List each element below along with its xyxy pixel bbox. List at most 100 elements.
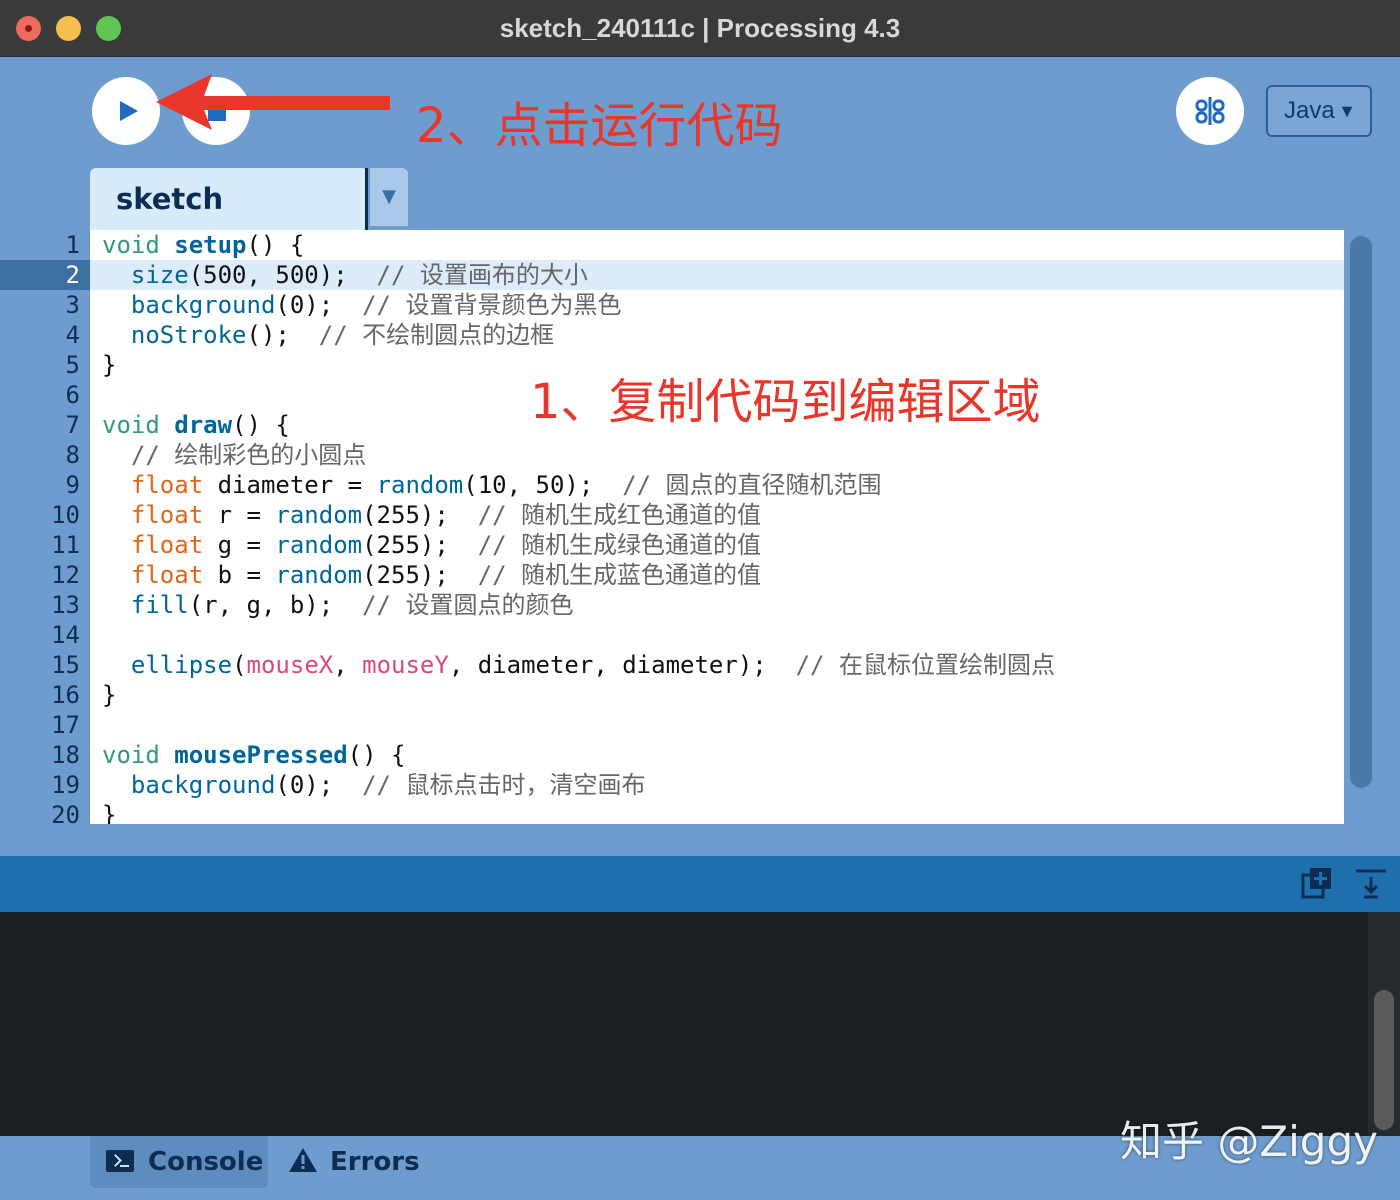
code-token: (10, 50);	[463, 471, 623, 499]
code-line[interactable]: 11 float g = random(255); // 随机生成绿色通道的值	[0, 530, 1400, 560]
code-token: // 鼠标点击时，清空画布	[362, 771, 646, 799]
console-tab-label[interactable]: Console	[148, 1136, 263, 1188]
code-line[interactable]: 17	[0, 710, 1400, 740]
butterfly-icon	[1195, 97, 1225, 125]
code-token: (255);	[362, 501, 478, 529]
play-icon	[120, 101, 138, 121]
code-token: mousePressed	[174, 741, 348, 769]
code-token: random	[376, 471, 464, 499]
code-line[interactable]: 18 void mousePressed() {	[0, 740, 1400, 770]
line-number: 2	[65, 261, 80, 289]
code-token: float	[130, 531, 204, 559]
line-number: 6	[65, 381, 80, 409]
console-header	[0, 856, 1400, 912]
code-token: random	[275, 531, 363, 559]
chevron-down-icon: ▼	[382, 186, 396, 207]
code-text: // 绘制彩色的小圆点	[102, 440, 366, 470]
mode-selector[interactable]: Java ▼	[1266, 85, 1372, 137]
line-number: 20	[51, 801, 80, 824]
console-output[interactable]	[0, 912, 1400, 1136]
code-text: background(0); // 鼠标点击时，清空画布	[102, 770, 646, 800]
code-token: b =	[203, 561, 276, 589]
code-token: float	[130, 471, 204, 499]
tab-divider	[365, 168, 368, 230]
code-line[interactable]: 4 noStroke(); // 不绘制圆点的边框	[0, 320, 1400, 350]
code-line[interactable]: 10 float r = random(255); // 随机生成红色通道的值	[0, 500, 1400, 530]
line-number: 7	[65, 411, 80, 439]
code-token: background	[130, 291, 276, 319]
line-number: 13	[51, 591, 80, 619]
code-text: size(500, 500); // 设置画布的大小	[102, 260, 588, 290]
line-number: 1	[65, 231, 80, 259]
line-number: 4	[65, 321, 80, 349]
code-line[interactable]: 14	[0, 620, 1400, 650]
code-token: (0);	[275, 291, 363, 319]
sketch-tab[interactable]: sketch 240111c	[90, 168, 368, 278]
code-token: // 随机生成红色通道的值	[477, 501, 762, 529]
line-number: 14	[51, 621, 80, 649]
code-text: void setup() {	[102, 230, 304, 260]
code-text: }	[102, 680, 116, 710]
code-token: r =	[203, 501, 276, 529]
line-number: 5	[65, 351, 80, 379]
code-token: void	[102, 741, 160, 769]
line-number: 3	[65, 291, 80, 319]
mode-label: Java	[1284, 97, 1335, 124]
code-token: ,	[333, 651, 363, 679]
code-line[interactable]: 20}	[0, 800, 1400, 824]
line-number: 17	[51, 711, 80, 739]
copy-icon[interactable]	[1300, 866, 1334, 900]
title-bar: sketch_240111c | Processing 4.3	[0, 0, 1400, 57]
code-token: (r, g, b);	[188, 591, 363, 619]
code-line[interactable]: 16}	[0, 680, 1400, 710]
watermark: 知乎 @Ziggy	[1120, 1117, 1378, 1166]
code-editor[interactable]: 1 void setup() {2 size(500, 500); // 设置画布…	[0, 230, 1400, 824]
editor-footer-bar	[0, 824, 1400, 856]
code-line[interactable]: 15 ellipse(mouseX, mouseY, diameter, dia…	[0, 650, 1400, 680]
code-token: }	[102, 351, 117, 379]
code-token: // 圆点的直径随机范围	[622, 471, 882, 499]
code-text: noStroke(); // 不绘制圆点的边框	[102, 320, 554, 350]
code-token: // 设置画布的大小	[376, 261, 588, 289]
code-token: noStroke	[130, 321, 247, 349]
code-token: () {	[232, 411, 290, 439]
code-token: g =	[203, 531, 276, 559]
code-token: diameter =	[203, 471, 377, 499]
code-line[interactable]: 12 float b = random(255); // 随机生成蓝色通道的值	[0, 560, 1400, 590]
code-line[interactable]: 3 background(0); // 设置背景颜色为黑色	[0, 290, 1400, 320]
line-number: 16	[51, 681, 80, 709]
code-token: float	[130, 561, 204, 589]
code-token: // 设置背景颜色为黑色	[362, 291, 622, 319]
code-line[interactable]: 2 size(500, 500); // 设置画布的大小	[0, 260, 1400, 290]
code-line[interactable]: 8 // 绘制彩色的小圆点	[0, 440, 1400, 470]
code-token: }	[102, 801, 117, 824]
code-line[interactable]: 9 float diameter = random(10, 50); // 圆点…	[0, 470, 1400, 500]
errors-tab-label[interactable]: Errors	[330, 1136, 420, 1188]
clear-console-icon[interactable]	[1354, 866, 1388, 900]
debug-button[interactable]	[1176, 77, 1244, 145]
window-title: sketch_240111c | Processing 4.3	[499, 13, 901, 43]
code-token: background	[130, 771, 276, 799]
code-line[interactable]: 13 fill(r, g, b); // 设置圆点的颜色	[0, 590, 1400, 620]
code-line[interactable]: 19 background(0); // 鼠标点击时，清空画布	[0, 770, 1400, 800]
code-line[interactable]: 1 void setup() {	[0, 230, 1400, 260]
line-number: 9	[65, 471, 80, 499]
code-text: float g = random(255); // 随机生成绿色通道的值	[102, 530, 761, 560]
code-text: }	[102, 350, 116, 380]
line-number: 18	[51, 741, 80, 769]
code-text: void draw() {	[102, 410, 290, 440]
code-token: void	[102, 231, 160, 259]
code-token: fill	[130, 591, 189, 619]
code-token: size	[130, 261, 189, 289]
tab-menu-button[interactable]: ▼	[370, 168, 408, 226]
code-token: float	[130, 501, 204, 529]
code-token: mouseY	[362, 651, 449, 679]
